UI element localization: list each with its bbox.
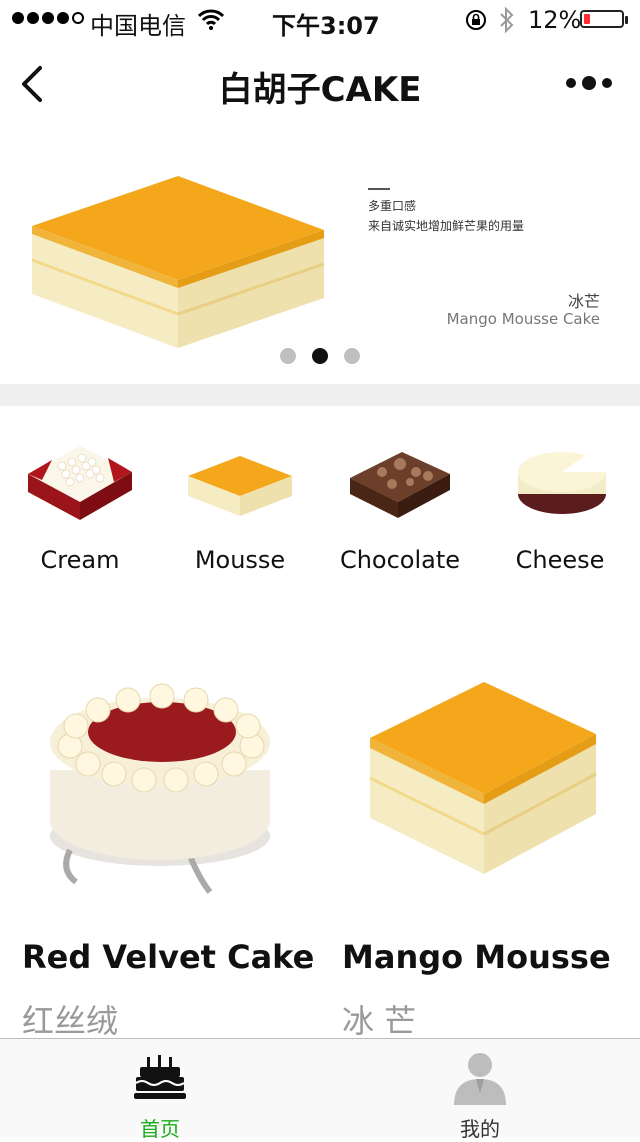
section-divider [0,384,640,406]
more-options-icon[interactable] [566,76,612,90]
tab-label-home: 首页 [140,1117,180,1141]
page-dot-1[interactable] [280,348,296,364]
mousse-cake-icon [188,456,292,516]
category-cheese[interactable]: Cheese [480,436,640,574]
battery-icon [580,10,628,28]
mango-mousse-banner-image [31,176,325,348]
page-dot-3[interactable] [344,348,360,364]
page-dot-2[interactable] [312,348,328,364]
bluetooth-icon [500,6,514,34]
banner-product-name-cn: 冰芒 [567,292,600,311]
battery-percentage: 12% [528,6,582,34]
category-label: Cheese [515,546,605,574]
category-row: Cream Mousse Chocolate Cheese [0,406,640,606]
category-chocolate[interactable]: Chocolate [320,436,480,574]
product-card[interactable]: Red Velvet Cake 红丝绒 [0,640,320,1040]
product-subtitle: 冰 芒 [342,1002,417,1040]
product-title: Red Velvet Cake [22,938,315,976]
product-card[interactable]: Mango Mousse 冰 芒 [320,640,640,1040]
product-subtitle: 红丝绒 [22,1002,119,1040]
category-label: Chocolate [339,546,461,574]
red-velvet-cake-image [50,683,270,894]
banner-tagline: 多重口感 来自诚实地增加鲜芒果的用量 [368,188,524,236]
banner-product-name-en: Mango Mousse Cake [446,310,600,328]
cream-cake-icon [28,446,132,520]
tab-bar: 首页 我的 [0,1038,640,1141]
tab-home[interactable]: 首页 [0,1039,320,1141]
banner-tagline-line2: 来自诚实地增加鲜芒果的用量 [368,219,525,233]
product-title: Mango Mousse [342,938,611,976]
birthday-cake-icon [134,1055,186,1099]
category-cream[interactable]: Cream [0,436,160,574]
signal-strength-icon [12,12,84,24]
cheese-cake-icon [518,452,607,514]
page-title: 白胡子CAKE [218,70,422,110]
mango-mousse-cake-image [369,682,597,874]
rotation-lock-icon [466,10,486,30]
carousel-page-indicator[interactable] [280,348,360,364]
status-bar: 中国电信 下午3:07 12% [0,0,640,40]
wifi-icon [198,9,224,30]
tab-mine[interactable]: 我的 [320,1039,640,1141]
user-profile-icon [454,1053,506,1105]
category-label: Cream [40,546,120,574]
category-mousse[interactable]: Mousse [160,436,320,574]
category-label: Mousse [194,546,286,574]
carrier-name: 中国电信 [90,12,186,40]
tab-label-mine: 我的 [460,1117,500,1141]
chocolate-cake-icon [350,452,450,518]
banner-tagline-line1: 多重口感 [368,199,417,213]
status-time: 下午3:07 [272,12,380,40]
banner-carousel[interactable]: 多重口感 来自诚实地增加鲜芒果的用量 冰芒 Mango Mousse Cake [0,128,640,384]
navigation-bar: 白胡子CAKE [0,40,640,128]
product-list: Red Velvet Cake 红丝绒 Mango Mousse 冰 芒 [0,640,640,1040]
